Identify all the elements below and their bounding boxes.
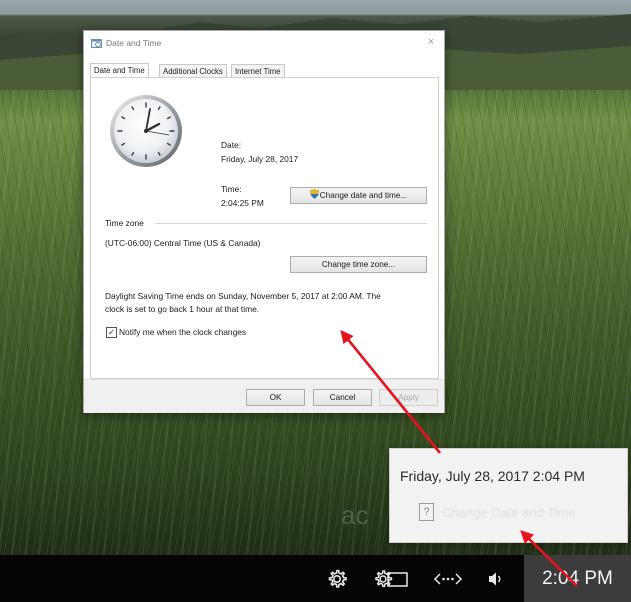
- network-icon[interactable]: [433, 568, 463, 590]
- calendar-clock-icon: [91, 39, 102, 48]
- dialog-title: Date and Time: [106, 38, 162, 48]
- analog-clock-icon: [110, 95, 182, 167]
- date-time-dialog: Date and Time × Date and Time Additional…: [83, 30, 445, 413]
- dst-info-line-1: Daylight Saving Time ends on Sunday, Nov…: [105, 291, 381, 301]
- ok-button[interactable]: OK: [246, 389, 305, 406]
- screen-settings-icon[interactable]: [372, 568, 410, 590]
- tab-date-and-time[interactable]: Date and Time: [90, 63, 149, 78]
- notify-checkbox-label[interactable]: Notify me when the clock changes: [119, 327, 246, 337]
- apply-button[interactable]: Apply: [379, 389, 438, 406]
- tab-additional-clocks[interactable]: Additional Clocks: [159, 64, 227, 78]
- time-value: 2:04:25 PM: [221, 198, 264, 208]
- change-date-and-time-link[interactable]: Change Date and Time: [442, 505, 576, 520]
- change-time-zone-button[interactable]: Change time zone...: [290, 256, 427, 273]
- help-icon: ?: [419, 503, 434, 521]
- date-value: Friday, July 28, 2017: [221, 154, 299, 164]
- checkmark-icon: ✓: [108, 328, 115, 337]
- close-button[interactable]: ×: [424, 35, 438, 49]
- timezone-group-label: Time zone: [105, 218, 144, 228]
- time-label: Time:: [221, 184, 242, 194]
- gear-icon[interactable]: [326, 568, 348, 590]
- cancel-button[interactable]: Cancel: [313, 389, 372, 406]
- watermark-text: ac: [341, 500, 369, 530]
- change-date-and-time-label: Change date and time...: [319, 191, 408, 200]
- taskbar-clock[interactable]: 2:04 PM: [524, 555, 631, 602]
- close-icon: ×: [427, 36, 435, 48]
- notify-checkbox[interactable]: ✓: [106, 327, 117, 338]
- tab-internet-time[interactable]: Internet Time: [231, 64, 285, 78]
- timezone-value: (UTC-06:00) Central Time (US & Canada): [105, 238, 261, 248]
- flyout-date-time: Friday, July 28, 2017 2:04 PM: [400, 468, 585, 484]
- uac-shield-icon: [309, 189, 319, 199]
- dst-info-line-2: clock is set to go back 1 hour at that t…: [105, 304, 260, 314]
- clock-flyout: Friday, July 28, 2017 2:04 PM ? Change D…: [389, 448, 628, 543]
- volume-icon[interactable]: [484, 568, 506, 590]
- date-label: Date:: [221, 140, 242, 150]
- dialog-footer: OK Cancel Apply: [84, 379, 444, 413]
- timezone-divider: [155, 223, 427, 224]
- dialog-titlebar[interactable]: Date and Time ×: [84, 31, 444, 55]
- tab-panel-date-and-time: Date: Friday, July 28, 2017 Time: 2:04:2…: [90, 77, 439, 379]
- change-date-and-time-button[interactable]: Change date and time...: [290, 187, 427, 204]
